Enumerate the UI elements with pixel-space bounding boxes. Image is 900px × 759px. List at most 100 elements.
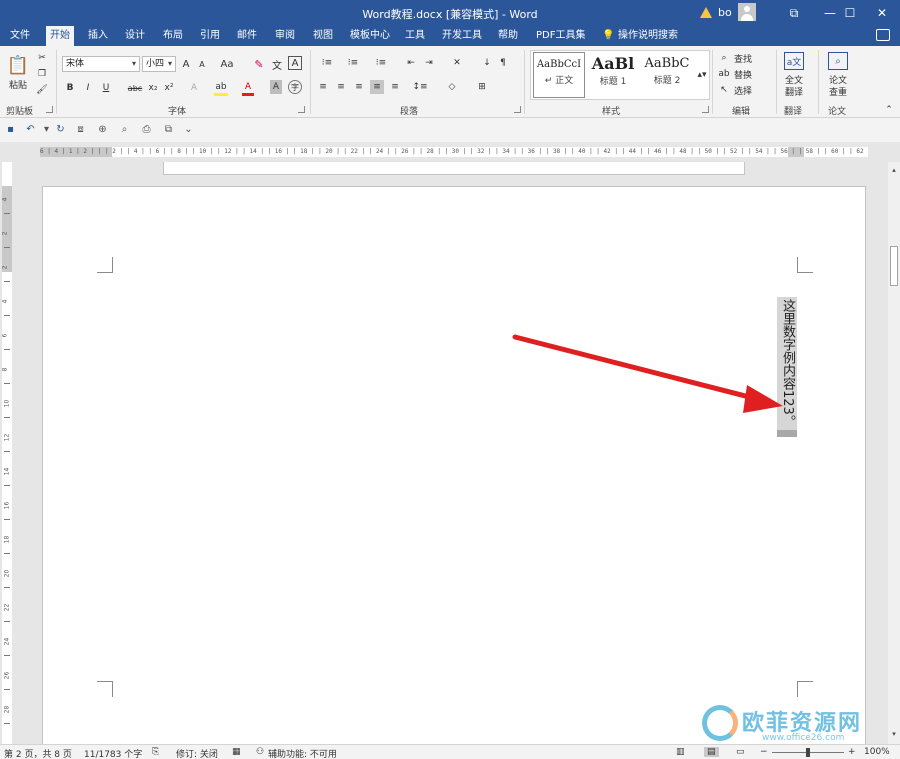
italic-button[interactable]: I — [82, 80, 94, 96]
user-name[interactable]: bo — [718, 6, 732, 19]
translate-icon[interactable]: a文 — [784, 52, 804, 70]
two-pages-icon[interactable]: ⧈ — [74, 123, 87, 136]
phonetic-guide-icon[interactable]: 文 — [270, 56, 284, 72]
read-mode-icon[interactable]: ▥ — [676, 747, 685, 757]
tab-file[interactable]: 文件 — [6, 26, 34, 46]
shading-icon[interactable]: ◇ — [442, 80, 462, 94]
clear-format-icon[interactable]: ✎ — [252, 56, 266, 72]
distribute-icon[interactable]: ≡ — [388, 80, 402, 94]
tab-mailings[interactable]: 邮件 — [233, 26, 261, 46]
format-painter-icon[interactable]: 🖌 — [36, 84, 48, 96]
tab-home[interactable]: 开始 — [46, 26, 74, 46]
grow-font-button[interactable]: A — [180, 56, 192, 72]
shrink-font-button[interactable]: A — [196, 56, 208, 72]
web-icon[interactable]: ⊕ — [96, 123, 109, 136]
zoom-slider[interactable] — [772, 748, 844, 757]
search-icon[interactable]: ⌕ — [718, 52, 730, 64]
tab-references[interactable]: 引用 — [196, 26, 224, 46]
zoom-level[interactable]: 100% — [864, 747, 890, 757]
zoom-slider-knob[interactable] — [806, 748, 810, 757]
paste-button[interactable]: 粘贴 — [6, 78, 30, 91]
font-color-button[interactable]: A — [242, 80, 254, 96]
account-area[interactable]: bo — [700, 3, 756, 21]
enclose-char-icon[interactable]: 字 — [288, 80, 302, 94]
decrease-indent-icon[interactable]: ⇤ — [404, 56, 418, 70]
bold-button[interactable]: B — [64, 80, 76, 96]
comments-icon[interactable] — [876, 29, 890, 41]
clipboard-launcher[interactable] — [46, 106, 53, 113]
font-size-combo[interactable]: 小四 ▾ — [142, 56, 176, 72]
tab-insert[interactable]: 插入 — [84, 26, 112, 46]
word-count[interactable]: 11/1783 个字 — [84, 747, 142, 759]
macro-icon[interactable]: ▦ — [232, 747, 241, 757]
bullets-icon[interactable]: ⁝≡ — [316, 56, 338, 70]
align-right-icon[interactable]: ≡ — [352, 80, 366, 94]
borders-icon[interactable]: ⊞ — [472, 80, 492, 94]
avatar[interactable] — [737, 3, 756, 21]
align-left-icon[interactable]: ≡ — [316, 80, 330, 94]
char-shading-icon[interactable]: A — [270, 80, 282, 94]
track-changes-status[interactable]: 修订: 关闭 — [176, 747, 218, 759]
tab-review[interactable]: 审阅 — [271, 26, 299, 46]
zoom-out-icon[interactable]: − — [760, 747, 768, 757]
paper-check-icon[interactable]: ⌕ — [828, 52, 848, 70]
customize-qat-icon[interactable]: ⌄ — [182, 123, 195, 136]
line-spacing-icon[interactable]: ↕≡ — [410, 80, 430, 94]
char-border-icon[interactable]: A — [288, 56, 302, 70]
layout-icon[interactable]: ⧉ — [162, 123, 175, 136]
tell-me-search[interactable]: 操作说明搜索 — [614, 26, 682, 46]
increase-indent-icon[interactable]: ⇥ — [422, 56, 436, 70]
proofing-icon[interactable]: ⎘ — [152, 747, 159, 757]
numbering-icon[interactable]: ⁝≡ — [342, 56, 364, 70]
style-heading-1[interactable]: AaBl 标题 1 — [587, 52, 639, 98]
full-translate-button-line2[interactable]: 翻译 — [782, 86, 806, 98]
accessibility-status[interactable]: 辅助功能: 不可用 — [268, 747, 337, 759]
close-button[interactable]: ✕ — [864, 0, 900, 26]
paste-icon[interactable]: 📋 — [7, 52, 29, 78]
tab-pdf-tools[interactable]: PDF工具集 — [532, 26, 589, 46]
paper-check-button[interactable]: 论文 — [826, 74, 850, 86]
full-translate-button[interactable]: 全文 — [782, 74, 806, 86]
horizontal-ruler[interactable]: 6 | 4 | 1 | 2 | | | 2 | | 4 | | 6 | | 8 … — [40, 147, 868, 157]
document-area[interactable]: 4 2 2 4 6 8 10 12 14 16 18 20 22 24 26 28 这里数字例内容123。 — [0, 162, 888, 744]
page-count[interactable]: 第 2 页，共 8 页 — [4, 747, 72, 759]
multilevel-list-icon[interactable]: ⁝≡ — [370, 56, 392, 70]
print-layout-icon[interactable]: ▤ — [704, 747, 719, 757]
justify-icon[interactable]: ≡ — [370, 80, 384, 94]
collapse-ribbon-icon[interactable]: ⌃ — [884, 105, 894, 115]
chinese-layout-icon[interactable]: ✕ — [448, 56, 466, 70]
print-icon[interactable]: ⎙ — [140, 123, 153, 136]
superscript-button[interactable]: x² — [162, 80, 176, 96]
document-page[interactable]: 这里数字例内容123。 — [42, 186, 866, 744]
sort-icon[interactable]: ↓ — [480, 56, 494, 70]
select-icon[interactable]: ↖ — [718, 84, 730, 96]
tab-tools[interactable]: 工具 — [401, 26, 429, 46]
strikethrough-button[interactable]: abc — [126, 80, 144, 96]
paragraph-launcher[interactable] — [514, 106, 521, 113]
tab-view[interactable]: 视图 — [309, 26, 337, 46]
text-effects-icon[interactable]: A — [188, 80, 200, 96]
underline-button[interactable]: U — [100, 80, 112, 96]
show-marks-icon[interactable]: ¶ — [496, 56, 510, 70]
select-button[interactable]: 选择 — [732, 84, 754, 97]
cut-icon[interactable]: ✂ — [36, 52, 48, 64]
replace-button[interactable]: 替换 — [732, 68, 754, 81]
copy-icon[interactable]: ❐ — [36, 68, 48, 80]
find-button[interactable]: 查找 — [732, 52, 754, 65]
align-center-icon[interactable]: ≡ — [334, 80, 348, 94]
tab-help[interactable]: 帮助 — [494, 26, 522, 46]
highlight-icon[interactable]: ab — [214, 80, 228, 96]
accessibility-icon[interactable]: ⚇ — [256, 747, 264, 757]
warning-icon[interactable] — [700, 6, 712, 18]
font-name-combo[interactable]: 宋体 ▾ — [62, 56, 140, 72]
subscript-button[interactable]: x₂ — [146, 80, 160, 96]
style-heading-2[interactable]: AaBbC 标题 2 — [641, 52, 693, 98]
scrollbar-thumb[interactable] — [890, 246, 898, 286]
change-case-button[interactable]: Aa — [218, 56, 236, 72]
redo-icon[interactable]: ↻ — [54, 123, 67, 136]
ribbon-display-button[interactable]: ⧉ — [776, 0, 812, 26]
save-icon[interactable]: ▪ — [4, 123, 17, 136]
web-layout-icon[interactable]: ▭ — [736, 747, 745, 757]
maximize-button[interactable]: ☐ — [832, 0, 868, 26]
tab-developer[interactable]: 开发工具 — [438, 26, 486, 46]
